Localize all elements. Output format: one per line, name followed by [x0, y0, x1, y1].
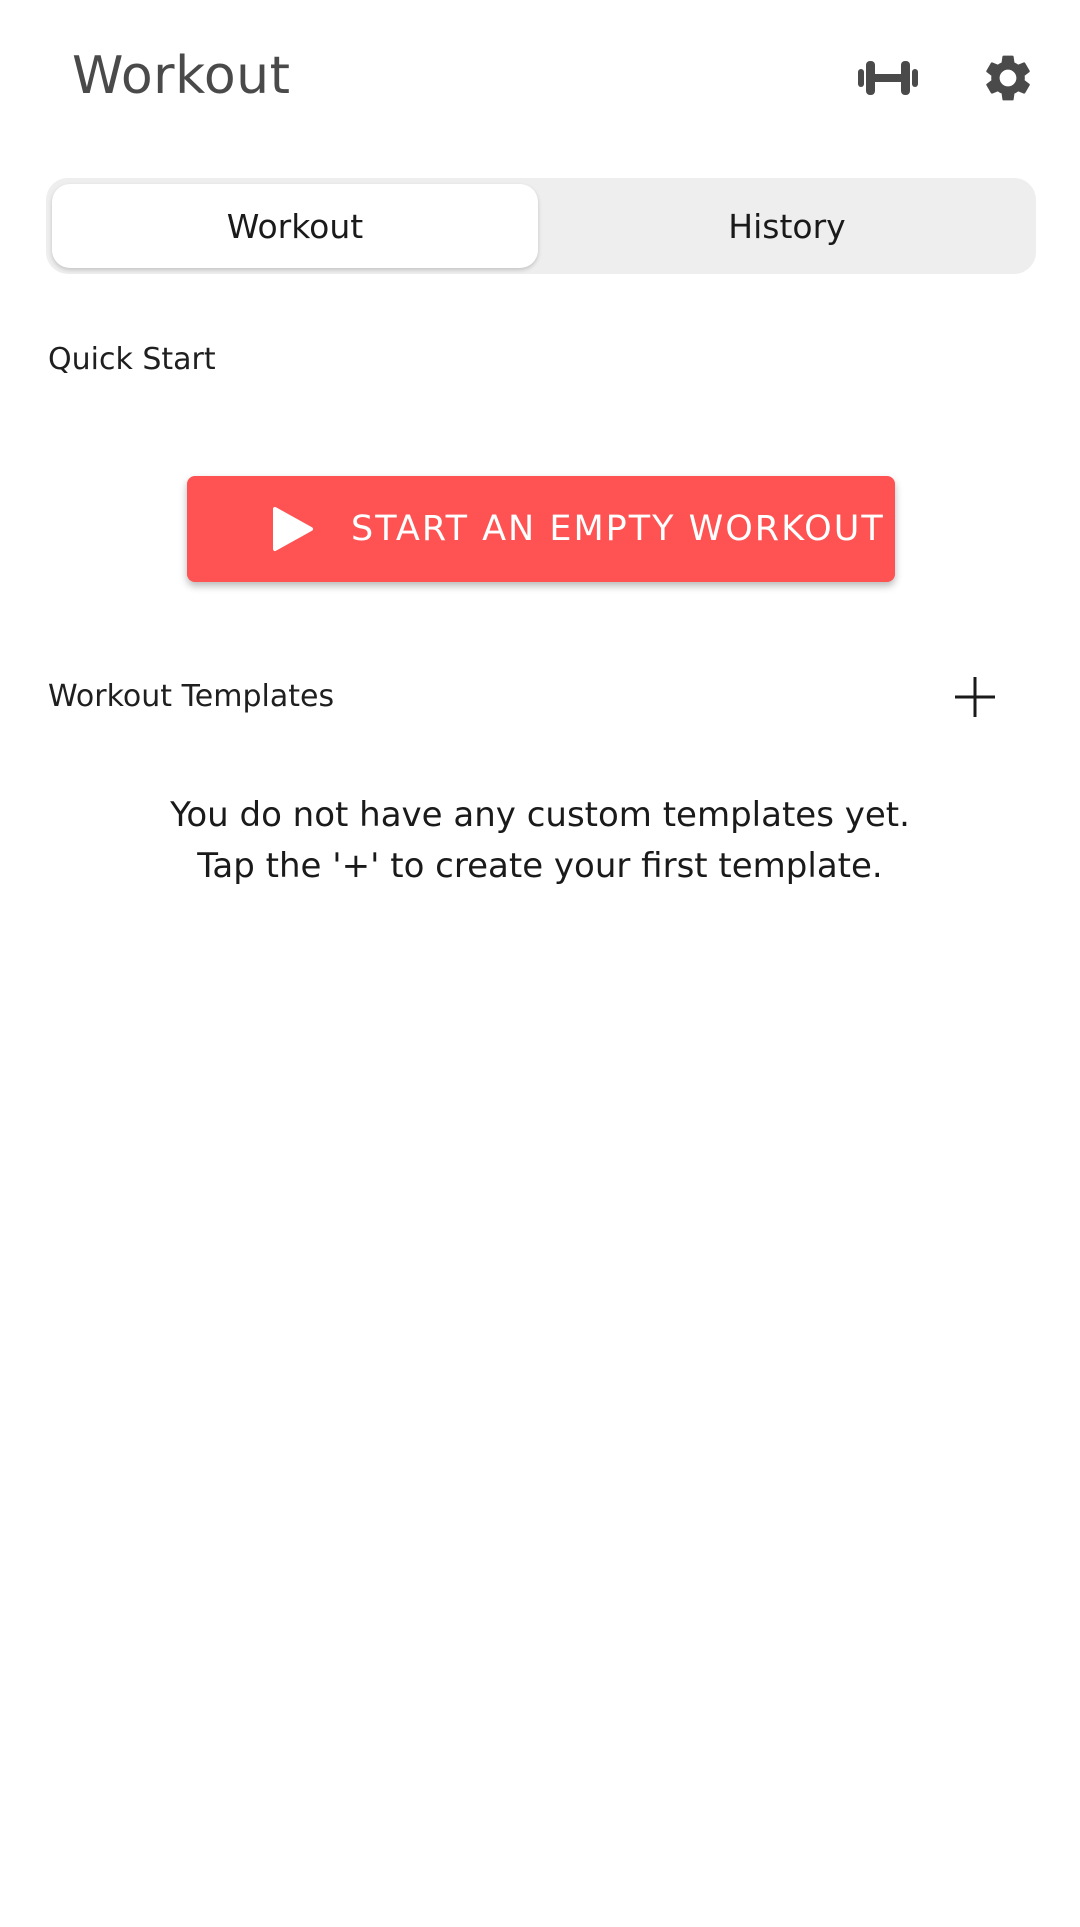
empty-templates-message: You do not have any custom templates yet…: [0, 790, 1080, 892]
app-bar: Workout: [0, 0, 1080, 150]
gear-icon: [986, 55, 1030, 101]
empty-message-line-1: You do not have any custom templates yet…: [170, 795, 910, 835]
tab-bar: Workout History: [46, 178, 1036, 274]
add-template-button[interactable]: [944, 664, 1006, 730]
start-empty-workout-button[interactable]: START AN EMPTY WORKOUT: [187, 476, 895, 582]
settings-button[interactable]: [972, 42, 1044, 114]
tab-history[interactable]: History: [544, 184, 1030, 268]
quick-start-heading: Quick Start: [48, 342, 216, 377]
play-icon: [273, 507, 313, 551]
dumbbell-icon: [858, 61, 918, 95]
workout-templates-heading: Workout Templates: [48, 679, 335, 714]
tab-workout[interactable]: Workout: [52, 184, 538, 268]
exercises-button[interactable]: [852, 42, 924, 114]
empty-message-line-2: Tap the '+' to create your first templat…: [197, 846, 883, 886]
page-title: Workout: [72, 46, 291, 106]
plus-icon: [955, 677, 995, 717]
start-empty-workout-label: START AN EMPTY WORKOUT: [351, 509, 885, 549]
